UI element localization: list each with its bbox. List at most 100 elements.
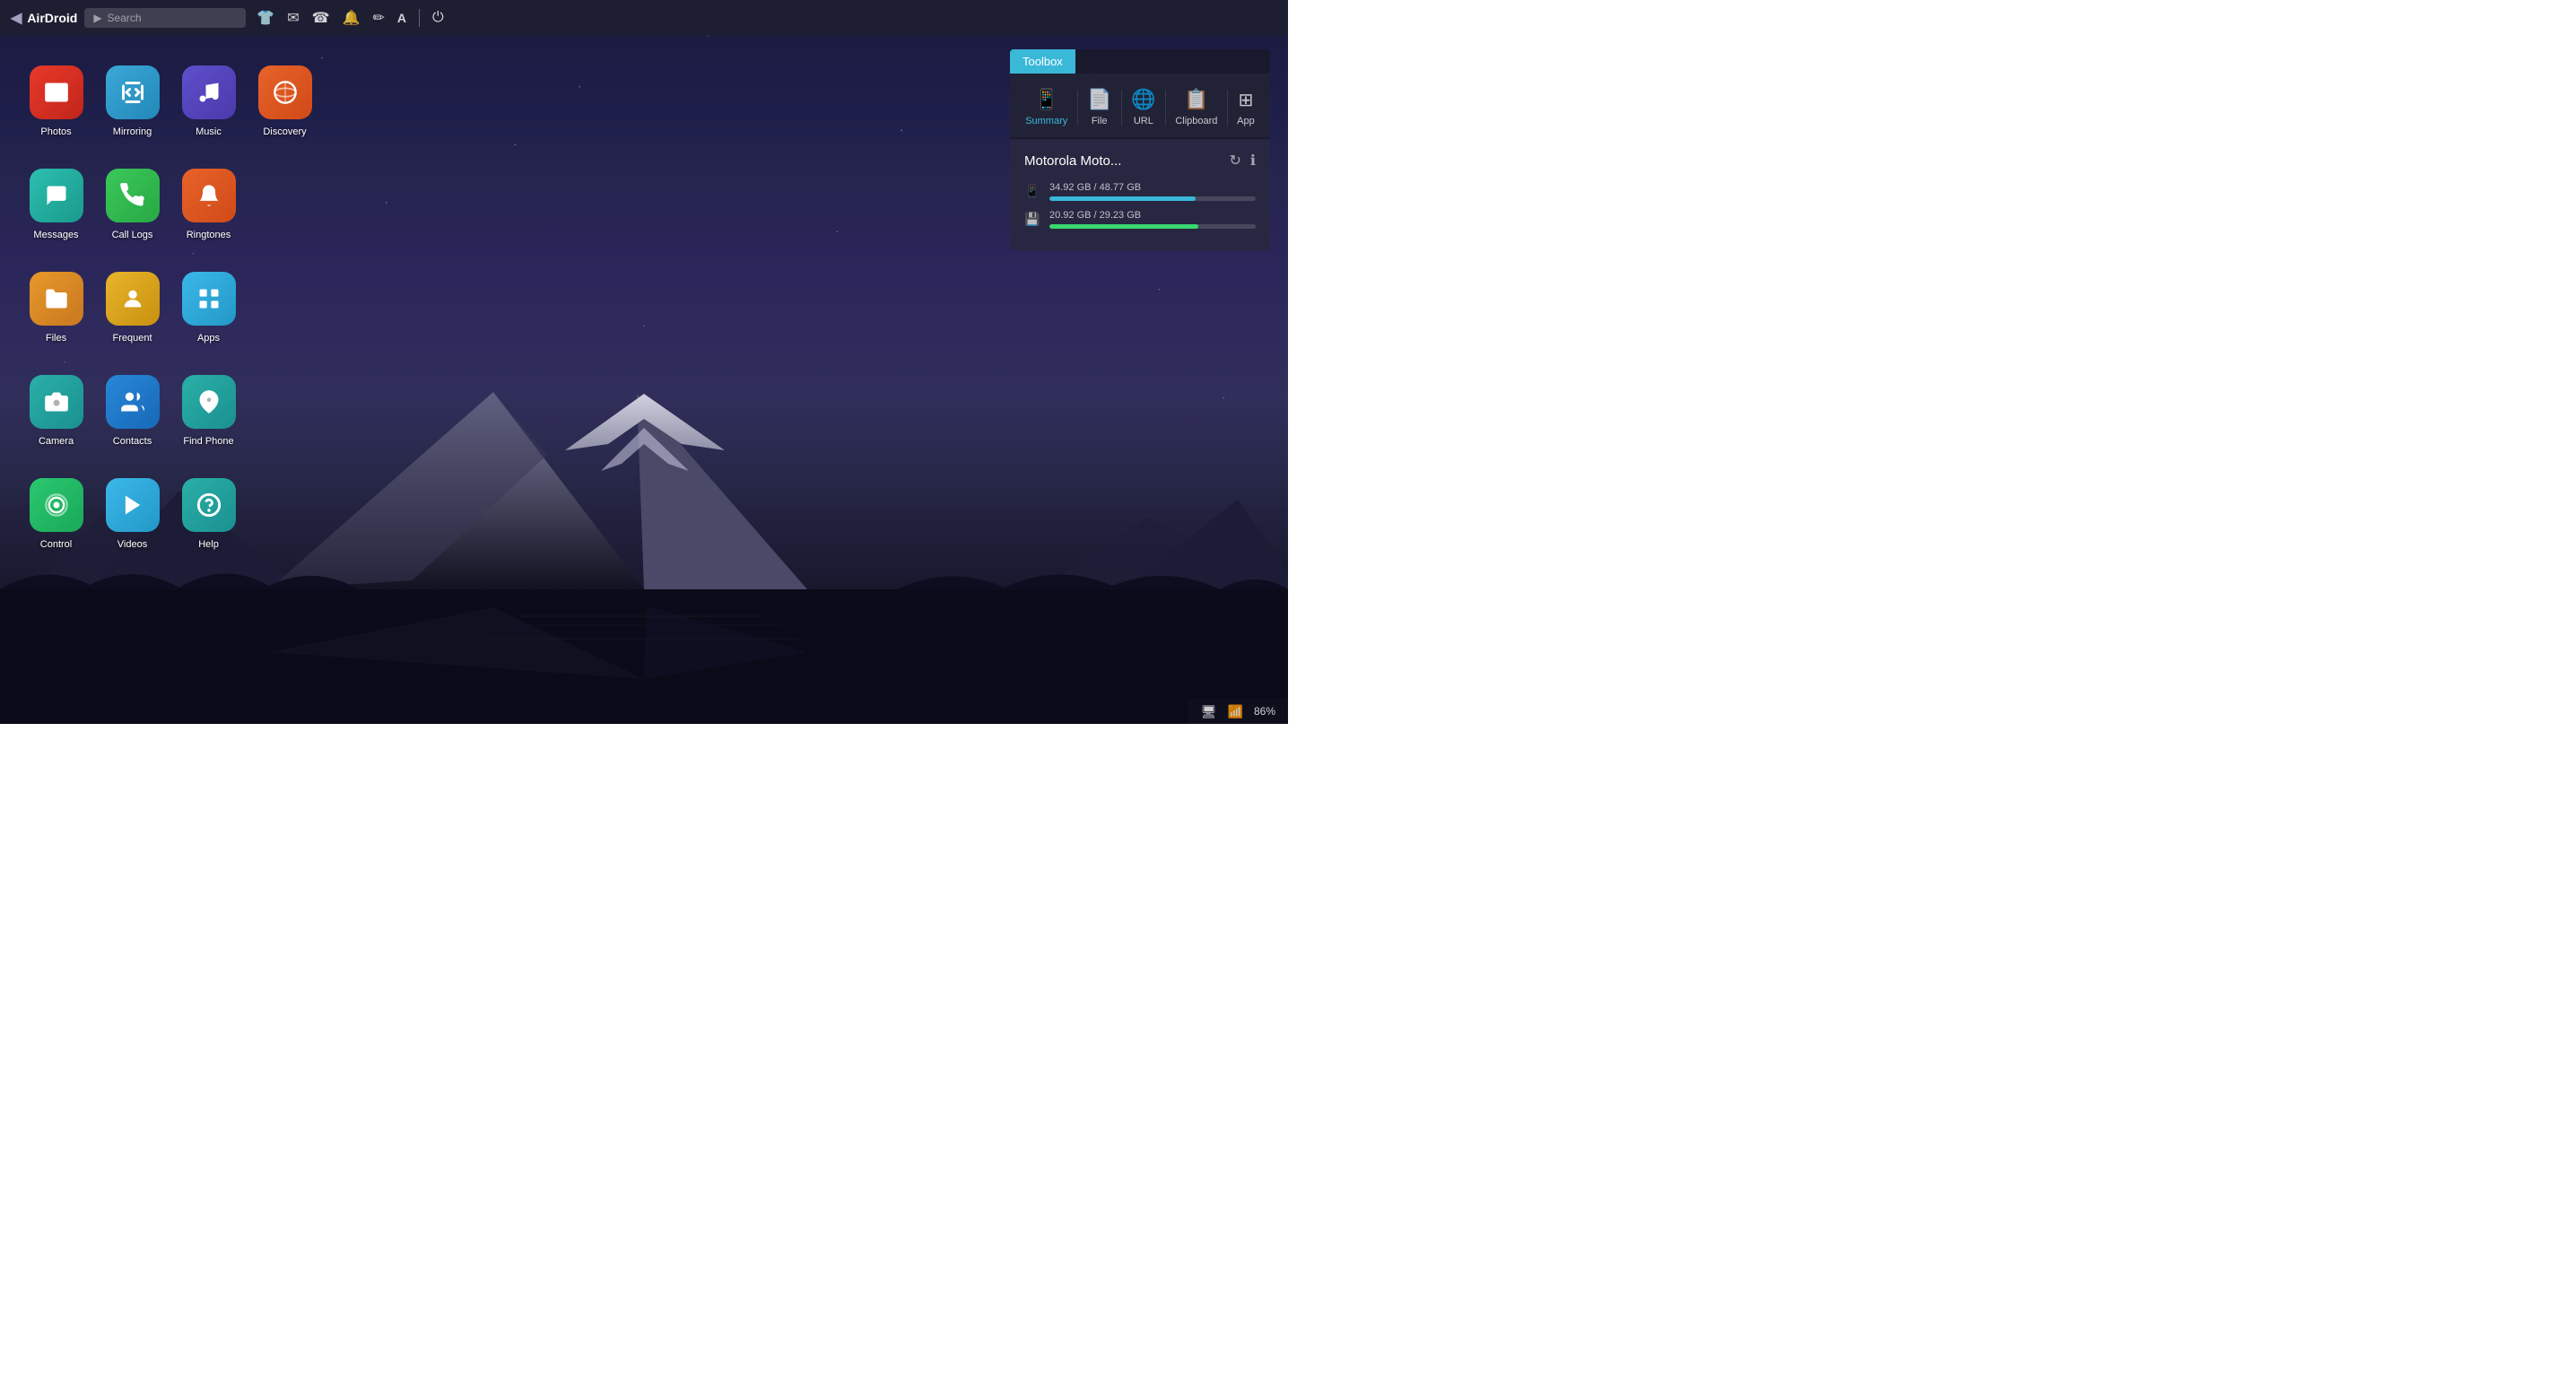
toolbox-header-label: Toolbox — [1010, 49, 1075, 74]
app-item-mirroring[interactable]: Mirroring — [94, 49, 170, 152]
file-icon: 📄 — [1087, 88, 1111, 111]
control-label: Control — [40, 539, 72, 550]
apps-label: Apps — [197, 333, 220, 344]
mail-icon[interactable]: ✉ — [287, 9, 299, 27]
mirroring-label: Mirroring — [113, 126, 152, 137]
topbar-separator — [419, 9, 420, 27]
search-bar[interactable]: ▶ — [84, 8, 246, 28]
music-icon — [182, 65, 236, 119]
tab-separator-3 — [1165, 90, 1166, 126]
storage-row-2: 💾 20.92 GB / 29.23 GB — [1024, 210, 1256, 229]
app-item-frequent[interactable]: Frequent — [94, 256, 170, 359]
help-label: Help — [198, 539, 219, 550]
app-item-photos[interactable]: Photos — [18, 49, 94, 152]
tab-app[interactable]: ⊞ App — [1230, 85, 1262, 130]
videos-icon — [106, 478, 160, 532]
app-item-help[interactable]: Help — [170, 462, 247, 565]
clipboard-label: Clipboard — [1175, 116, 1217, 126]
photos-icon — [30, 65, 83, 119]
control-icon — [30, 478, 83, 532]
app-icon: ⊞ — [1239, 89, 1254, 111]
frequent-icon — [106, 272, 160, 326]
call-logs-icon — [106, 169, 160, 222]
messages-label: Messages — [33, 230, 78, 240]
photos-label: Photos — [40, 126, 71, 137]
camera-label: Camera — [39, 436, 74, 447]
summary-label: Summary — [1025, 116, 1067, 126]
tshirt-icon[interactable]: 👕 — [257, 9, 274, 27]
app-item-empty — [247, 152, 323, 256]
discovery-label: Discovery — [263, 126, 306, 137]
frequent-label: Frequent — [112, 333, 152, 344]
topbar: ◀ AirDroid ▶ 👕 ✉ ☎ 🔔 ✏ A ⏻ — [0, 0, 1288, 36]
contacts-icon — [106, 375, 160, 429]
url-icon: 🌐 — [1131, 88, 1155, 111]
ringtones-label: Ringtones — [187, 230, 231, 240]
find-phone-label: Find Phone — [183, 436, 233, 447]
clipboard-icon: 📋 — [1184, 88, 1208, 111]
app-item-find-phone[interactable]: Find Phone — [170, 359, 247, 462]
tab-separator-2 — [1121, 90, 1122, 126]
app-name: AirDroid — [27, 11, 77, 25]
statusbar: 🖥 📶 86% — [1188, 699, 1288, 724]
storage-bg-1 — [1049, 196, 1256, 201]
summary-icon: 📱 — [1034, 88, 1058, 111]
messages-icon — [30, 169, 83, 222]
power-icon[interactable]: ⏻ — [432, 10, 444, 26]
videos-label: Videos — [117, 539, 147, 550]
app-item-messages[interactable]: Messages — [18, 152, 94, 256]
font-icon[interactable]: A — [397, 11, 406, 25]
tab-url[interactable]: 🌐 URL — [1124, 84, 1162, 130]
sd-storage-icon: 💾 — [1024, 212, 1040, 227]
app-item-empty — [247, 462, 323, 565]
tab-separator-4 — [1227, 90, 1228, 126]
url-label: URL — [1134, 116, 1153, 126]
device-name: Motorola Moto... — [1024, 153, 1121, 169]
tab-summary[interactable]: 📱 Summary — [1018, 84, 1075, 130]
music-label: Music — [196, 126, 222, 137]
back-arrow-icon[interactable]: ◀ — [11, 9, 22, 27]
files-label: Files — [46, 333, 66, 344]
tab-clipboard[interactable]: 📋 Clipboard — [1168, 84, 1224, 130]
phone-icon[interactable]: ☎ — [312, 9, 330, 27]
storage-label-2: 20.92 GB / 29.23 GB — [1049, 210, 1256, 221]
bell-icon[interactable]: 🔔 — [343, 9, 361, 27]
monitor-status[interactable]: 🖥 — [1201, 704, 1217, 719]
app-item-music[interactable]: Music — [170, 49, 247, 152]
file-label: File — [1092, 116, 1108, 126]
app-item-ringtones[interactable]: Ringtones — [170, 152, 247, 256]
storage-row-1: 📱 34.92 GB / 48.77 GB — [1024, 182, 1256, 201]
search-input[interactable] — [108, 12, 233, 24]
storage-fill-1 — [1049, 196, 1196, 201]
app-item-videos[interactable]: Videos — [94, 462, 170, 565]
storage-fill-2 — [1049, 224, 1198, 229]
app-item-call-logs[interactable]: Call Logs — [94, 152, 170, 256]
contacts-label: Contacts — [113, 436, 152, 447]
app-item-contacts[interactable]: Contacts — [94, 359, 170, 462]
app-item-discovery[interactable]: Discovery — [247, 49, 323, 152]
device-name-row: Motorola Moto... ↻ ℹ — [1024, 152, 1256, 170]
app-item-apps[interactable]: Apps — [170, 256, 247, 359]
battery-percent: 86% — [1254, 705, 1275, 718]
ringtones-icon — [182, 169, 236, 222]
storage-bar-2: 20.92 GB / 29.23 GB — [1049, 210, 1256, 229]
app-logo[interactable]: ◀ AirDroid — [11, 9, 77, 27]
pencil-icon[interactable]: ✏ — [373, 9, 385, 27]
storage-bar-1: 34.92 GB / 48.77 GB — [1049, 182, 1256, 201]
apps-icon — [182, 272, 236, 326]
wifi-icon: 📶 — [1228, 704, 1243, 719]
app-item-empty — [247, 359, 323, 462]
app-label: App — [1237, 116, 1255, 126]
monitor-icon: 🖥 — [1201, 704, 1217, 719]
app-item-empty — [247, 256, 323, 359]
tab-separator-1 — [1077, 90, 1078, 126]
app-item-camera[interactable]: Camera — [18, 359, 94, 462]
topbar-icons: 👕 ✉ ☎ 🔔 ✏ A ⏻ — [257, 9, 443, 27]
info-button[interactable]: ℹ — [1250, 152, 1256, 170]
wifi-status: 📶 — [1228, 704, 1243, 719]
discovery-icon — [258, 65, 312, 119]
refresh-button[interactable]: ↻ — [1230, 152, 1241, 170]
app-item-files[interactable]: Files — [18, 256, 94, 359]
app-item-control[interactable]: Control — [18, 462, 94, 565]
tab-file[interactable]: 📄 File — [1080, 84, 1118, 130]
